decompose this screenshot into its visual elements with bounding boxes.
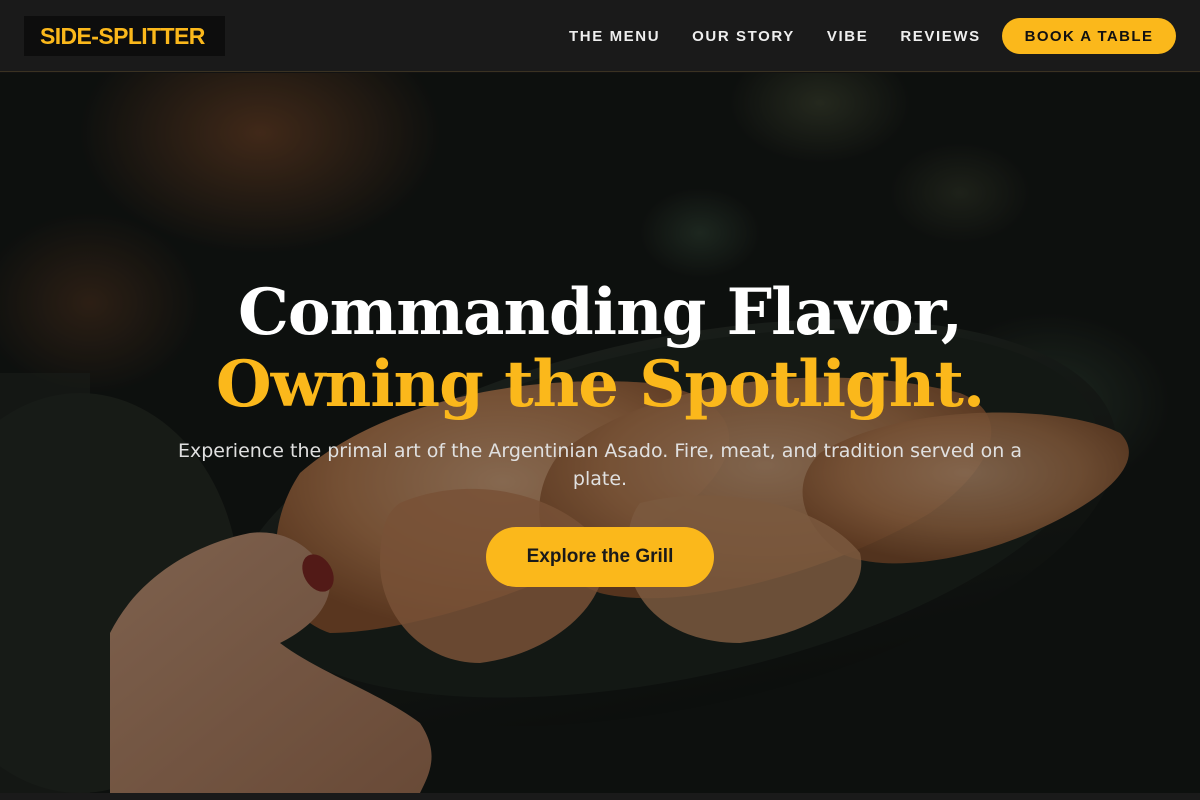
hero-section: Commanding Flavor, Owning the Spotlight.… [0,73,1200,793]
main-nav: THE MENU OUR STORY VIBE REVIEWS [569,0,981,72]
nav-link-reviews[interactable]: REVIEWS [900,28,980,45]
brand-logo[interactable]: SIDE-SPLITTER [24,16,225,56]
explore-grill-button[interactable]: Explore the Grill [486,527,714,587]
nav-link-vibe[interactable]: VIBE [827,28,868,45]
hero-title-line-2: Owning the Spotlight. [215,347,985,422]
hero-title: Commanding Flavor, Owning the Spotlight. [0,277,1200,421]
hero-subtitle: Experience the primal art of the Argenti… [178,440,1022,490]
nav-link-menu[interactable]: THE MENU [569,28,660,45]
nav-link-our-story[interactable]: OUR STORY [692,28,795,45]
site-header: SIDE-SPLITTER THE MENU OUR STORY VIBE RE… [0,0,1200,72]
hero-content: Commanding Flavor, Owning the Spotlight.… [0,73,1200,793]
book-table-button[interactable]: BOOK A TABLE [1002,18,1176,54]
next-section-edge [0,793,1200,800]
hero-title-line-1: Commanding Flavor, [237,275,963,350]
